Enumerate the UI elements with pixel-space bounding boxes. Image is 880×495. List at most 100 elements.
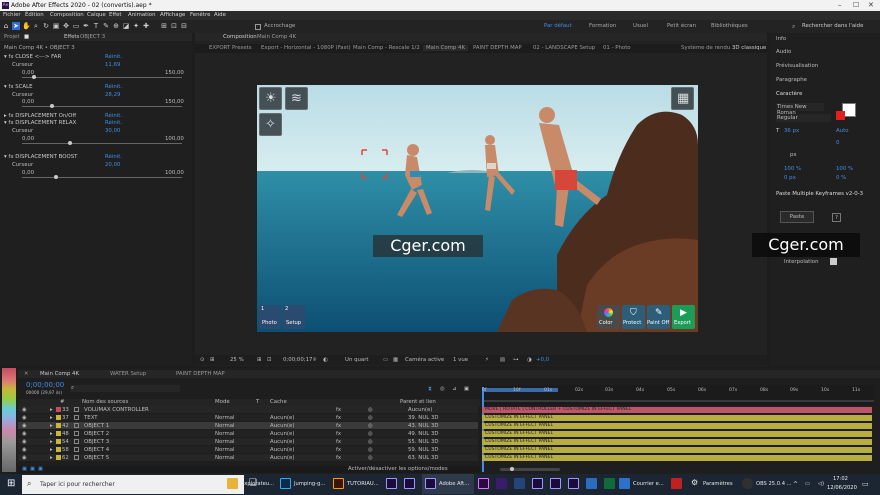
reset-scale[interactable]: Réinit.: [105, 84, 122, 90]
table-row[interactable]: ◉ ▸ 33 VOLUMAX CONTROLLER fx ◎ Aucun(e): [18, 406, 478, 413]
ae-task-icon-3[interactable]: [532, 478, 543, 489]
font-family-dropdown[interactable]: Times New Roman: [776, 103, 824, 116]
font-size-value[interactable]: 36 px: [784, 128, 799, 134]
menu-view[interactable]: Affichage: [160, 12, 185, 18]
layer-parent-dropdown[interactable]: 63. NUL 3D: [408, 455, 439, 461]
tab-landscape[interactable]: 02 - LANDSCAPE Setup: [533, 45, 595, 51]
expand-twirl-icon[interactable]: ▸: [50, 415, 53, 421]
fast-preview-icon[interactable]: ⚡: [485, 357, 489, 363]
expand-twirl-icon[interactable]: ▸: [50, 423, 53, 429]
roto-tool-icon[interactable]: ✦: [132, 22, 140, 30]
obs-icon[interactable]: [742, 478, 753, 489]
spiral-icon[interactable]: ◎: [368, 455, 373, 461]
tab-water-setup[interactable]: WATER Setup: [110, 371, 146, 377]
local-axis-icon[interactable]: ⊞: [160, 22, 168, 30]
layer-name[interactable]: OBJECT 5: [84, 455, 109, 461]
snapshot-icon[interactable]: ⌾: [313, 357, 316, 364]
table-row[interactable]: ◉ ▸ 62 OBJECT 5 Normal Aucun(e) fx ◎ 63. NUL 3D: [18, 454, 478, 461]
ae-task-icon-2[interactable]: [404, 478, 415, 489]
effect-displacement-boost[interactable]: ▾ fx DISPLACEMENT BOOST: [4, 154, 77, 160]
scale-value[interactable]: 28,29: [105, 92, 120, 98]
tab-paint-depth[interactable]: PAINT DEPTH MAP: [473, 45, 522, 51]
spiral-icon[interactable]: ◎: [368, 407, 373, 413]
motion-blur-icon[interactable]: ◎: [440, 386, 445, 392]
effect-scale[interactable]: ▾ fx SCALE: [4, 84, 33, 90]
step-setup-button[interactable]: 2 Setup: [283, 305, 305, 329]
layer-mode-dropdown[interactable]: Normal: [215, 455, 235, 461]
workspace-training[interactable]: Formation: [589, 23, 616, 29]
viewer-image[interactable]: ☀ ≋ ✧ ▦ 1 Photo 2 Setup Color ⛉ Protect …: [257, 85, 698, 332]
baseline-value[interactable]: 0 px: [784, 175, 796, 181]
layer-duration-bar[interactable]: CUSTOMIZE IN EFFECT PANEL: [482, 431, 872, 437]
after-effects-icon[interactable]: [425, 478, 436, 489]
step-photo-button[interactable]: 1 Photo: [259, 305, 281, 329]
rotate-tool-icon[interactable]: ↻: [42, 22, 50, 30]
layer-cache-dropdown[interactable]: Aucun(e): [270, 415, 294, 421]
fx-switch-icon[interactable]: fx: [336, 447, 341, 453]
settings-icon[interactable]: ⚙: [691, 478, 698, 487]
tray-chevron-icon[interactable]: ^: [793, 481, 798, 488]
taskbar-obs[interactable]: OBS 25.0.4 ...: [756, 481, 792, 487]
layer-duration-bar[interactable]: CUSTOMIZE IN EFFECT PANEL: [482, 439, 872, 445]
layer-duration-bar[interactable]: CUSTOMIZE IN EFFECT PANEL: [482, 423, 872, 429]
layer-duration-bar[interactable]: MOVE | ROTATE | CONTROLLER + CUSTOMIZE I…: [482, 407, 872, 413]
workspace-usual[interactable]: Usuel: [633, 23, 648, 29]
tab-main-comp-timeline[interactable]: Main Comp 4K: [40, 371, 79, 377]
timeline-timecode[interactable]: 0;00;00;00: [26, 381, 64, 389]
taskbar-after-effects[interactable]: Adobe Aft...: [439, 481, 469, 487]
workspace-small-screen[interactable]: Petit écran: [667, 23, 696, 29]
timeline-icon[interactable]: ▤: [500, 357, 505, 363]
zoom-dropdown[interactable]: 25 %: [230, 357, 244, 363]
spiral-icon[interactable]: ◎: [368, 431, 373, 437]
volume-icon[interactable]: ◁): [818, 481, 824, 487]
boost-slider-handle[interactable]: [54, 175, 58, 179]
ae-task-icon-4[interactable]: [550, 478, 561, 489]
app-icon-1[interactable]: [514, 478, 525, 489]
audio-section[interactable]: Audio: [776, 49, 791, 55]
frame-blend-icon[interactable]: ▣: [464, 386, 469, 392]
layer-cache-dropdown[interactable]: Aucun(e): [270, 439, 294, 445]
hand-tool-icon[interactable]: ✋: [22, 22, 31, 30]
view-axis-icon[interactable]: ⊟: [180, 22, 188, 30]
layer-search-input[interactable]: ⌕: [70, 385, 180, 392]
table-row[interactable]: ◉ ▸ 42 OBJECT 1 Normal Aucun(e) fx ◎ 43. NUL 3D: [18, 422, 478, 429]
close-far-slider-handle[interactable]: [32, 75, 36, 79]
graph-editor-icon[interactable]: ⊿: [452, 386, 457, 392]
help-button[interactable]: ?: [832, 213, 841, 222]
tab-project[interactable]: Projet: [4, 34, 19, 40]
tab-export-horizontal[interactable]: Export - Horizontal - 1080P (Fast): [261, 45, 351, 51]
spiral-icon[interactable]: ◎: [368, 447, 373, 453]
selection-tool-icon[interactable]: ➤: [12, 22, 20, 30]
table-row[interactable]: ◉ ▸ 58 OBJECT 4 Normal Aucun(e) fx ◎ 59. NUL 3D: [18, 446, 478, 453]
layer-parent-dropdown[interactable]: 59. NUL 3D: [408, 447, 439, 453]
table-row[interactable]: ◉ ▸ 54 OBJECT 3 Normal Aucun(e) fx ◎ 55. NUL 3D: [18, 438, 478, 445]
photoshop-icon[interactable]: [280, 478, 291, 489]
interpolation-checkbox[interactable]: [830, 258, 837, 265]
safe-area-icon[interactable]: ⊡: [267, 357, 272, 363]
font-style-dropdown[interactable]: Regular: [776, 114, 831, 122]
visibility-eye-icon[interactable]: ◉: [22, 415, 27, 421]
visibility-eye-icon[interactable]: ◉: [22, 455, 27, 461]
layer-mode-dropdown[interactable]: Normal: [215, 447, 235, 453]
comp-header-name[interactable]: Main Comp 4K: [257, 34, 296, 40]
layer-name[interactable]: TEXT: [84, 415, 98, 421]
visibility-eye-icon[interactable]: ◉: [22, 407, 27, 413]
mail-icon[interactable]: [619, 478, 630, 489]
label-color-swatch[interactable]: [56, 455, 61, 460]
reset-displacement-onoff[interactable]: Réinit.: [105, 113, 122, 119]
in-out-icon[interactable]: ▣: [38, 466, 43, 472]
leading-value[interactable]: Auto: [836, 128, 849, 134]
expand-twirl-icon[interactable]: ▸: [50, 431, 53, 437]
menu-help[interactable]: Aide: [214, 12, 226, 18]
layer-name[interactable]: OBJECT 4: [84, 447, 109, 453]
taskbar-mail[interactable]: Courrier e...: [633, 481, 664, 487]
relax-value[interactable]: 30,00: [105, 128, 120, 134]
menu-window[interactable]: Fenêtre: [190, 12, 210, 18]
camera-tool-icon[interactable]: ▣: [52, 22, 60, 30]
paragraph-section[interactable]: Paragraphe: [776, 77, 807, 83]
layer-name[interactable]: OBJECT 3: [84, 439, 109, 445]
layer-name[interactable]: VOLUMAX CONTROLLER: [84, 407, 149, 413]
layer-cache-dropdown[interactable]: Aucun(e): [270, 447, 294, 453]
layer-switches-icon[interactable]: ▣: [22, 466, 27, 472]
water-preset-button[interactable]: ≋: [285, 87, 308, 110]
